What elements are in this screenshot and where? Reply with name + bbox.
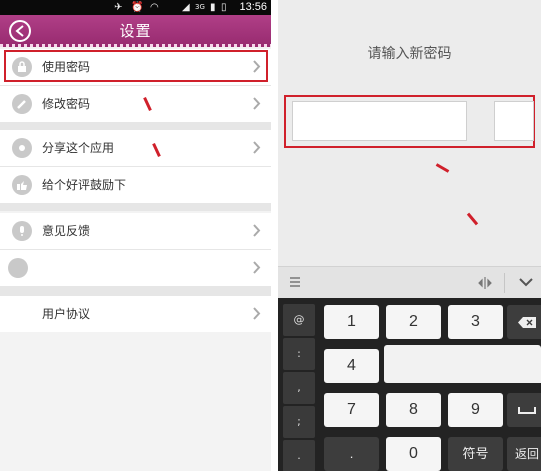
menu-icon[interactable] bbox=[290, 277, 300, 287]
signal-bars-icon: ▮ bbox=[210, 2, 216, 13]
new-password-screen: 请输入新密码 @ : , ; . 1 2 3 4 - - 页 7 8 9 . 0… bbox=[278, 0, 541, 471]
digit-key[interactable]: 7 bbox=[324, 393, 379, 427]
return-key[interactable]: 返回 bbox=[507, 437, 541, 471]
chevron-right-icon bbox=[253, 141, 261, 154]
symbols-key[interactable]: 符号 bbox=[448, 437, 503, 471]
thumbs-up-icon bbox=[12, 175, 32, 195]
usb-icon: ✈ bbox=[114, 2, 123, 13]
settings-item-feedback[interactable]: 意见反馈 bbox=[0, 213, 271, 249]
digit-key[interactable]: 2 bbox=[386, 305, 441, 339]
share-icon bbox=[12, 138, 32, 158]
cursor-move-icon[interactable] bbox=[477, 276, 493, 290]
info-icon bbox=[8, 258, 28, 278]
alarm-icon: ⏰ bbox=[131, 2, 144, 13]
section-gap bbox=[0, 203, 271, 211]
settings-item-rate-app[interactable]: 给个好评鼓励下 bbox=[0, 167, 271, 203]
settings-screen: ✈ ⏰ ◠ ◢ 3G ▮ ▯ 13:56 设置 使用密码 修改密码 分享这个应用… bbox=[0, 0, 271, 471]
digit-key[interactable]: 8 bbox=[386, 393, 441, 427]
microphone-icon bbox=[12, 221, 32, 241]
annotation-mark bbox=[435, 163, 450, 173]
page-title: 设置 bbox=[119, 22, 152, 40]
digit-key[interactable]: 9 bbox=[448, 393, 503, 427]
battery-icon: ▯ bbox=[221, 2, 227, 13]
digit-key[interactable]: 0 bbox=[386, 437, 441, 471]
highlight-box bbox=[4, 50, 268, 82]
pin-digit-box[interactable] bbox=[494, 101, 534, 141]
settings-item-share-app[interactable]: 分享这个应用 bbox=[0, 130, 271, 166]
pencil-icon bbox=[12, 94, 32, 114]
signal-icon: ◢ bbox=[182, 2, 190, 13]
network-label: 3G bbox=[195, 3, 205, 11]
title-divider bbox=[0, 44, 271, 47]
status-time: 13:56 bbox=[239, 1, 267, 13]
symbol-key[interactable]: : bbox=[283, 338, 315, 370]
key-preview-popup bbox=[384, 345, 541, 383]
space-key[interactable] bbox=[507, 393, 541, 427]
pin-input-field[interactable] bbox=[292, 101, 467, 141]
symbol-key[interactable]: , bbox=[283, 372, 315, 404]
symbol-key[interactable]: ; bbox=[283, 406, 315, 438]
settings-item-label: 意见反馈 bbox=[42, 224, 91, 238]
annotation-mark bbox=[466, 212, 479, 226]
settings-item-label: 分享这个应用 bbox=[42, 141, 115, 155]
section-gap bbox=[0, 286, 271, 296]
chevron-down-icon[interactable] bbox=[519, 278, 533, 287]
password-prompt: 请输入新密码 bbox=[367, 46, 452, 62]
settings-item-change-password[interactable]: 修改密码 bbox=[0, 86, 271, 122]
settings-item-about[interactable] bbox=[0, 250, 271, 286]
chevron-right-icon bbox=[253, 307, 261, 320]
section-gap bbox=[0, 122, 271, 130]
chevron-right-icon bbox=[253, 97, 261, 110]
settings-item-user-agreement[interactable]: 用户协议 bbox=[0, 296, 271, 332]
wifi-icon: ◠ bbox=[150, 2, 159, 13]
settings-item-label: 给个好评鼓励下 bbox=[42, 178, 127, 192]
chevron-right-icon bbox=[253, 261, 261, 274]
status-bar: ✈ ⏰ ◠ ◢ 3G ▮ ▯ 13:56 bbox=[0, 0, 271, 15]
title-bar: 设置 bbox=[0, 15, 271, 47]
symbol-key[interactable]: @ bbox=[283, 304, 315, 336]
chevron-right-icon bbox=[253, 224, 261, 237]
keyboard-toolbar bbox=[278, 266, 541, 298]
symbol-key[interactable]: . bbox=[283, 440, 315, 471]
backspace-icon bbox=[518, 317, 536, 328]
digit-key[interactable]: 1 bbox=[324, 305, 379, 339]
backspace-key[interactable] bbox=[507, 305, 541, 339]
digit-key[interactable]: 4 bbox=[324, 349, 379, 383]
toolbar-divider bbox=[504, 273, 505, 293]
numeric-keyboard: @ : , ; . 1 2 3 4 - - 页 7 8 9 . 0 符号 返回 bbox=[278, 298, 541, 471]
settings-item-label: 用户协议 bbox=[42, 307, 91, 321]
space-icon bbox=[518, 407, 536, 414]
settings-item-label: 修改密码 bbox=[42, 97, 91, 111]
digit-key[interactable]: 3 bbox=[448, 305, 503, 339]
dot-key[interactable]: . bbox=[324, 437, 379, 471]
